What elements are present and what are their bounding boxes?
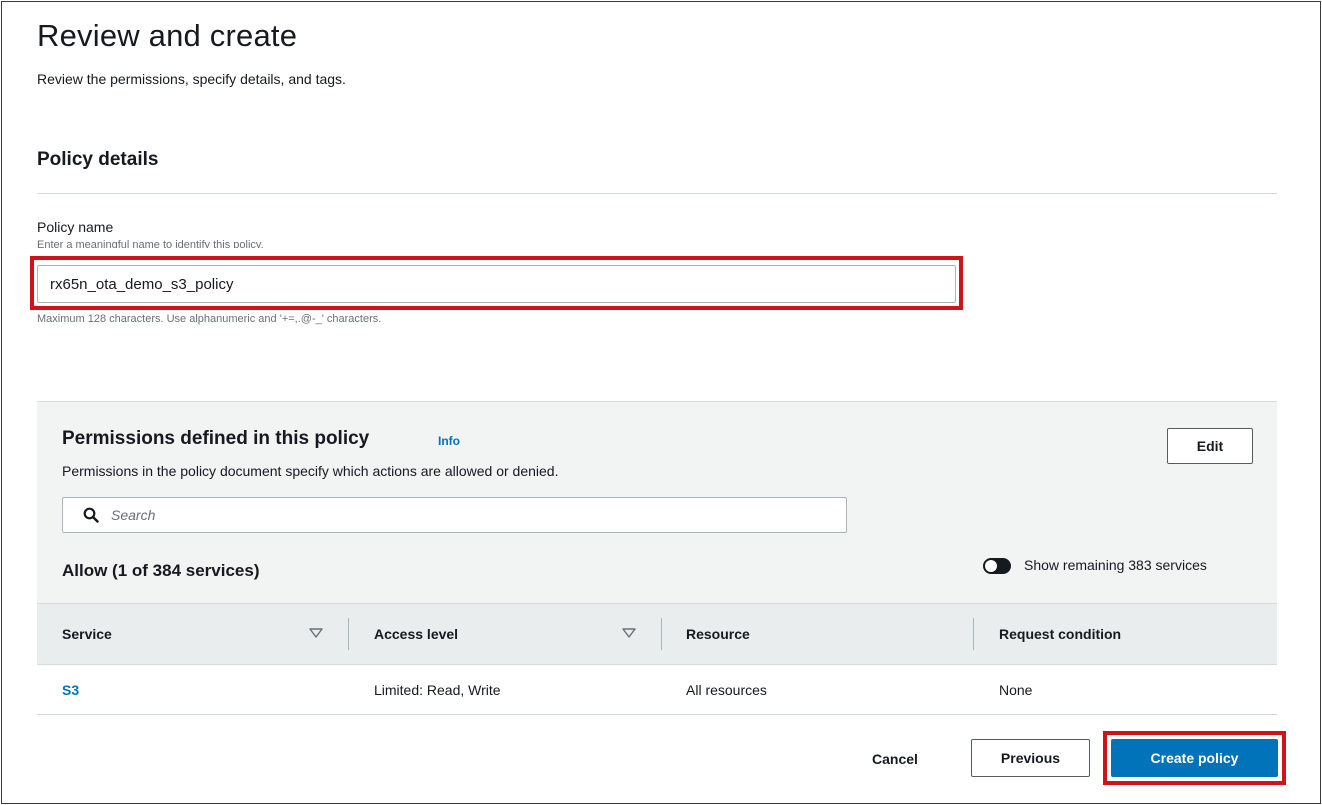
search-icon	[83, 507, 99, 523]
column-separator[interactable]	[348, 618, 349, 650]
table-row	[37, 665, 1277, 715]
request-condition-cell: None	[999, 682, 1033, 698]
sort-icon[interactable]	[309, 628, 323, 638]
policy-name-label: Policy name	[37, 219, 114, 235]
show-remaining-toggle[interactable]	[983, 558, 1011, 574]
policy-name-description: Enter a meaningful name to identify this…	[37, 239, 264, 248]
page-title: Review and create	[37, 18, 298, 53]
toggle-knob	[985, 560, 997, 572]
policy-name-hint: Maximum 128 characters. Use alphanumeric…	[37, 313, 382, 325]
resource-cell: All resources	[686, 682, 767, 698]
sort-icon[interactable]	[622, 628, 636, 638]
section-divider	[37, 193, 1277, 194]
search-box[interactable]	[62, 497, 847, 533]
policy-details-title: Policy details	[37, 149, 159, 170]
search-input[interactable]	[109, 499, 829, 531]
column-separator[interactable]	[973, 618, 974, 650]
service-link-s3[interactable]: S3	[62, 682, 79, 698]
info-link[interactable]: Info	[438, 434, 460, 448]
access-level-cell: Limited: Read, Write	[374, 682, 501, 698]
create-policy-button[interactable]: Create policy	[1111, 739, 1278, 777]
column-header-resource[interactable]: Resource	[686, 626, 750, 642]
column-header-service[interactable]: Service	[62, 626, 112, 642]
edit-button[interactable]: Edit	[1167, 428, 1253, 464]
policy-name-input[interactable]	[37, 265, 956, 303]
previous-button[interactable]: Previous	[971, 739, 1090, 777]
column-separator[interactable]	[661, 618, 662, 650]
page-description: Review the permissions, specify details,…	[37, 71, 346, 87]
show-remaining-label: Show remaining 383 services	[1024, 557, 1207, 573]
allow-heading: Allow (1 of 384 services)	[62, 561, 260, 580]
permissions-title: Permissions defined in this policy	[62, 428, 370, 449]
permissions-description: Permissions in the policy document speci…	[62, 463, 559, 479]
column-header-access-level[interactable]: Access level	[374, 626, 458, 642]
column-header-request-condition[interactable]: Request condition	[999, 626, 1121, 642]
cancel-button[interactable]: Cancel	[872, 751, 918, 767]
